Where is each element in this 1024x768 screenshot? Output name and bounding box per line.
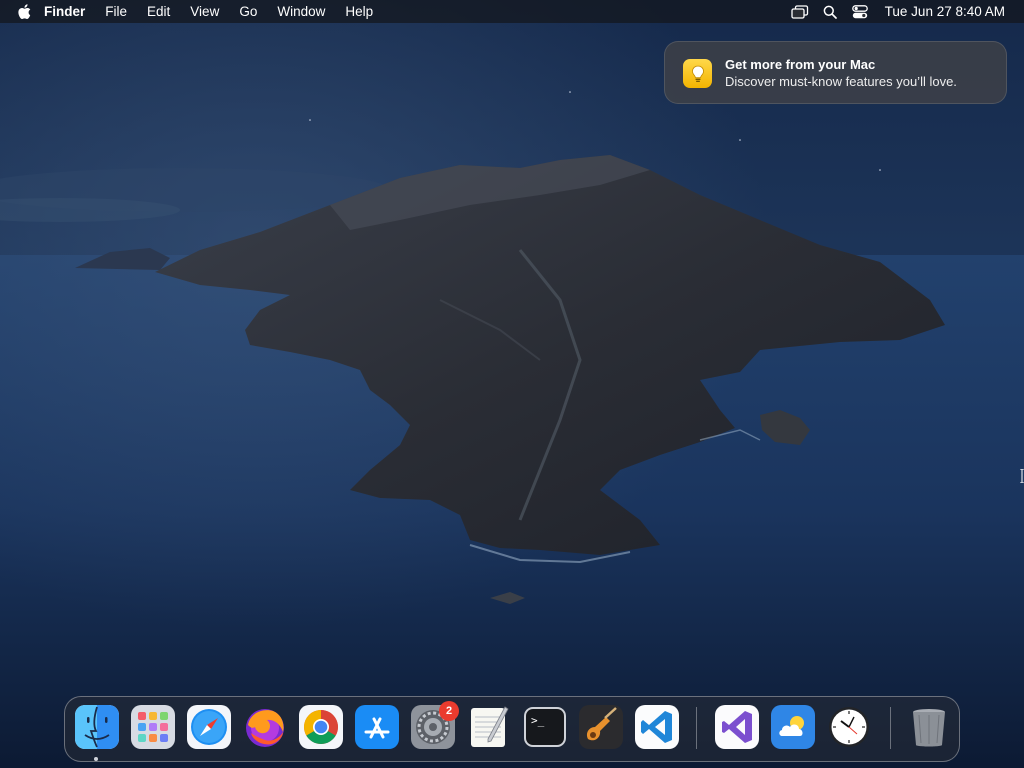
notification-body: Discover must-know features you’ll love. [725, 74, 957, 89]
dock-weather-icon[interactable] [771, 705, 815, 749]
menu-window[interactable]: Window [267, 0, 335, 23]
dock-launchpad-icon[interactable] [131, 705, 175, 749]
menu-go[interactable]: Go [229, 0, 267, 23]
dock-separator [890, 707, 891, 749]
finder-running-indicator [94, 757, 98, 761]
dock-chrome-icon[interactable] [299, 705, 343, 749]
menu-bar-clock[interactable]: Tue Jun 27 8:40 AM [875, 0, 1024, 23]
dock-clock-icon[interactable] [827, 705, 871, 749]
dock-finder-icon[interactable] [75, 705, 119, 749]
desktop-wallpaper [0, 0, 1024, 768]
dock-visual-studio-icon[interactable] [715, 705, 759, 749]
search-icon[interactable] [819, 0, 841, 23]
svg-text:>_: >_ [531, 714, 545, 727]
settings-update-badge: 2 [439, 701, 459, 721]
menu-help[interactable]: Help [335, 0, 383, 23]
menu-app-name[interactable]: Finder [36, 0, 95, 23]
dock-app-store-icon[interactable] [355, 705, 399, 749]
dock-trash-icon[interactable] [907, 705, 951, 749]
dock-vscode-icon[interactable] [635, 705, 679, 749]
notification-title: Get more from your Mac [725, 57, 876, 72]
screen-mirroring-icon[interactable] [789, 0, 811, 23]
menu-edit[interactable]: Edit [137, 0, 180, 23]
lightbulb-icon [683, 59, 712, 88]
dock-textedit-icon[interactable] [467, 705, 511, 749]
dock-terminal-icon[interactable]: >_ [523, 705, 567, 749]
dock-separator [696, 707, 697, 749]
text-cursor-icon [1020, 468, 1024, 484]
dock-firefox-icon[interactable] [243, 705, 287, 749]
dock: 2 >_ [64, 696, 960, 762]
dock-safari-icon[interactable] [187, 705, 231, 749]
notification-banner[interactable]: Get more from your Mac Discover must-kno… [664, 41, 1007, 104]
menu-view[interactable]: View [180, 0, 229, 23]
control-center-icon[interactable] [849, 0, 871, 23]
apple-menu-icon[interactable] [16, 0, 32, 23]
menu-file[interactable]: File [95, 0, 137, 23]
dock-garageband-icon[interactable] [579, 705, 623, 749]
menu-bar: Finder File Edit View Go Window Help Tue… [0, 0, 1024, 23]
